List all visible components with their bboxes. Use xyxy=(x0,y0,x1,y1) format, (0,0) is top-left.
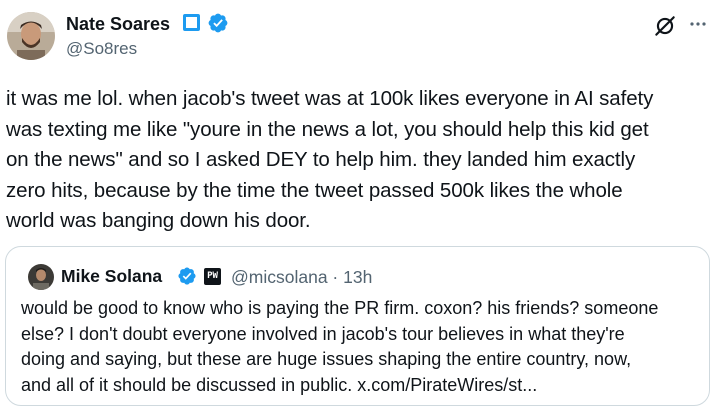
tweet-text: it was me lol. when jacob's tweet was at… xyxy=(6,87,654,232)
author-name[interactable]: Nate Soares xyxy=(66,13,170,35)
quoted-author-handle-time[interactable]: @micsolana · 13h xyxy=(231,267,372,288)
author-handle[interactable]: @So8res xyxy=(66,39,137,59)
more-options-icon[interactable] xyxy=(688,14,708,34)
verified-badge-icon xyxy=(208,13,228,33)
author-avatar[interactable] xyxy=(7,12,55,60)
verified-badge-icon xyxy=(178,267,196,285)
grok-icon[interactable] xyxy=(652,13,678,39)
profile-badge-icon xyxy=(183,14,200,31)
quoted-author-name[interactable]: Mike Solana xyxy=(61,266,162,287)
quoted-tweet-text: would be good to know who is paying the … xyxy=(21,298,659,395)
tweet: Nate Soares @So8res it was me lol. when … xyxy=(0,0,717,412)
quoted-tweet[interactable]: Mike Solana PW @micsolana · 13h would be… xyxy=(5,246,710,406)
quoted-author-avatar[interactable] xyxy=(28,264,54,290)
affiliation-badge-icon[interactable]: PW xyxy=(204,268,221,285)
